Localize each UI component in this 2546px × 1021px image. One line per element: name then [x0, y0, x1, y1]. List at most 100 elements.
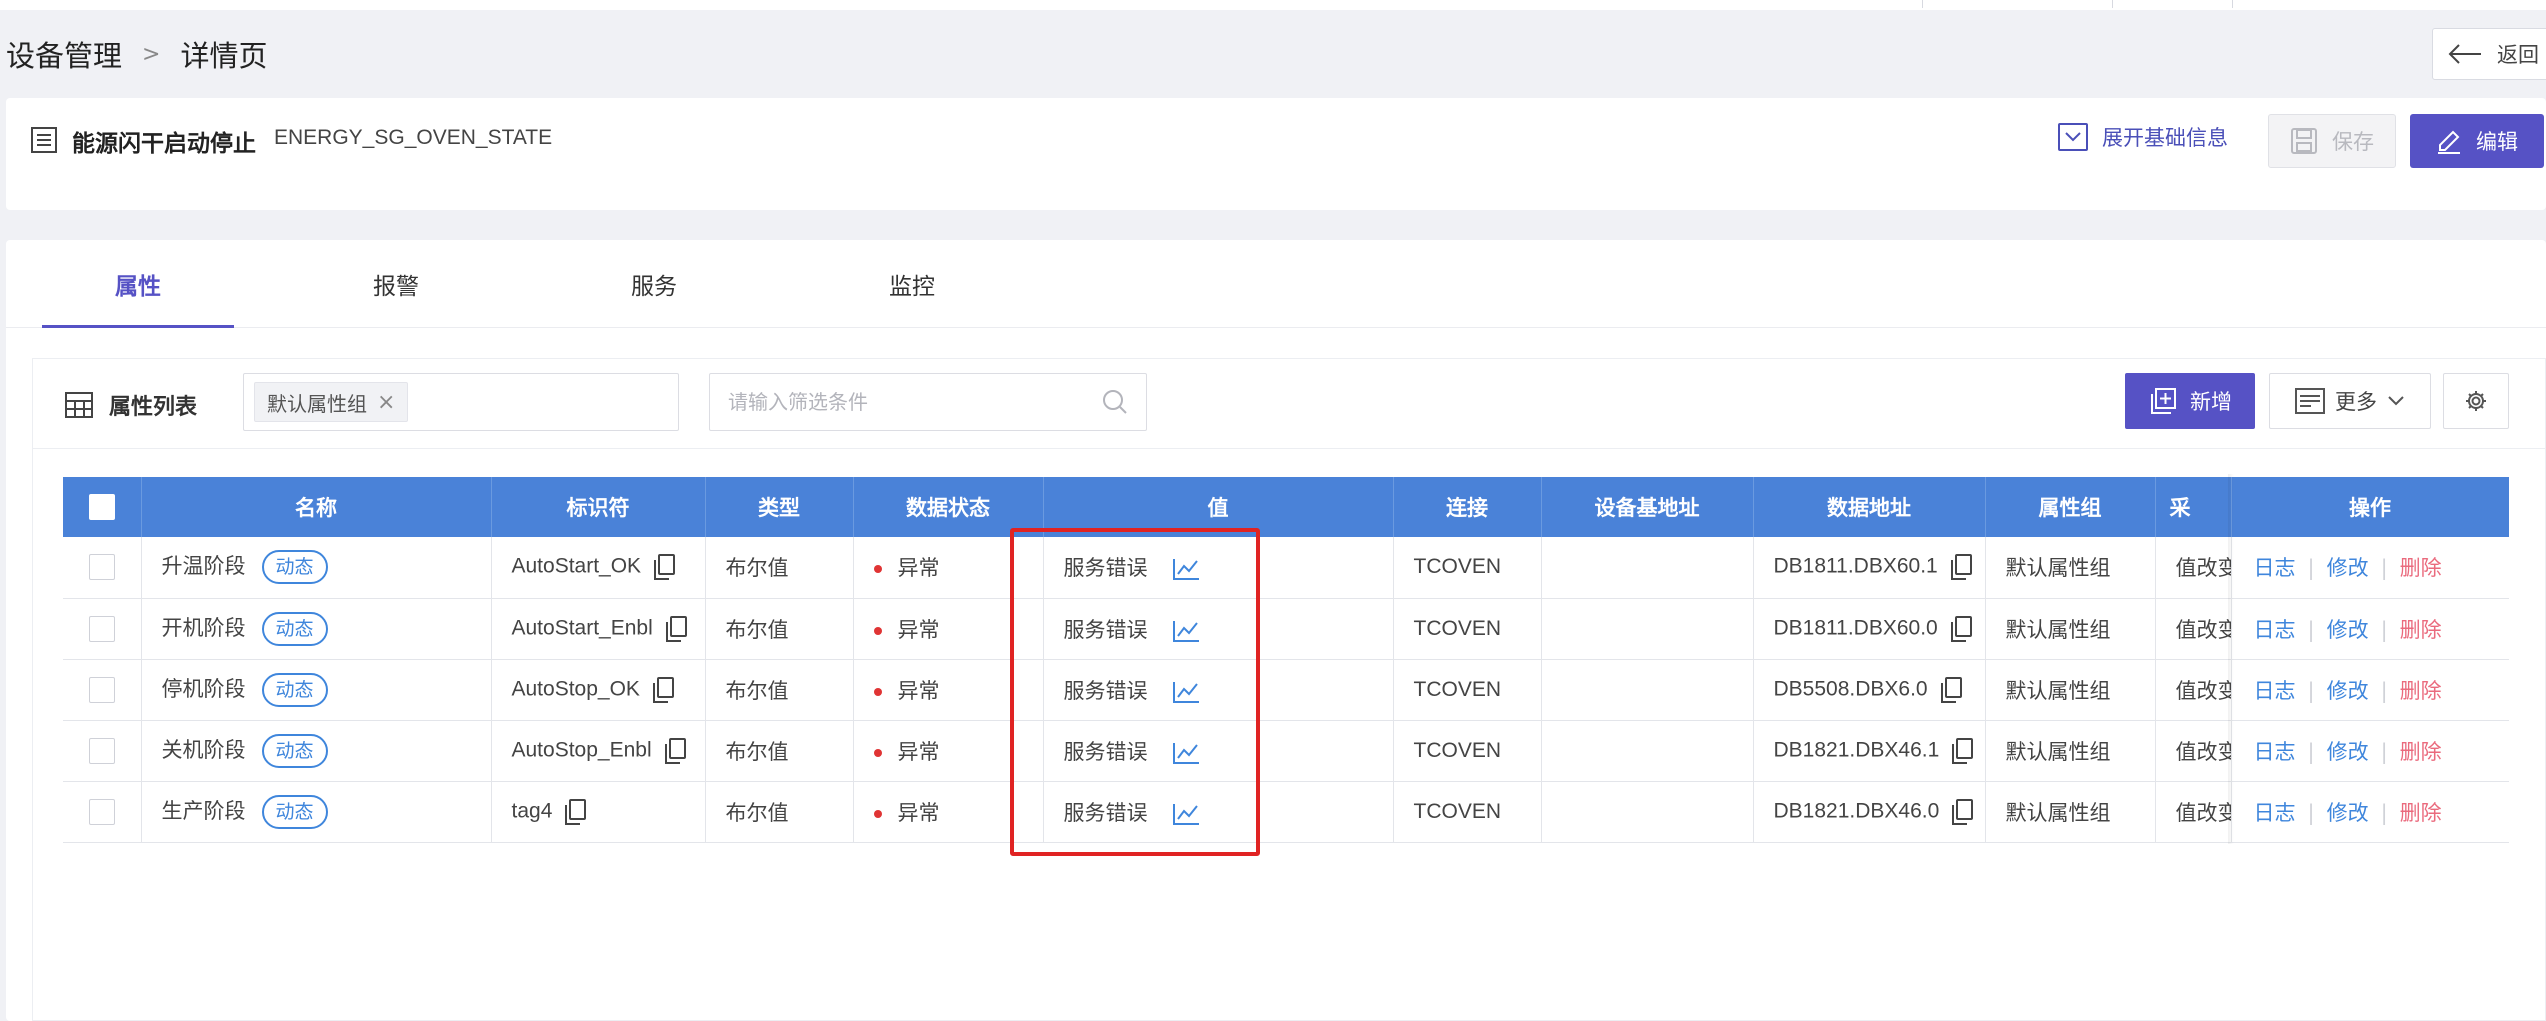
col-collect[interactable]: 采 [2155, 477, 2232, 537]
edit-link[interactable]: 修改 [2327, 740, 2369, 764]
group-tag: 默认属性组 × [254, 382, 409, 422]
edit-link[interactable]: 修改 [2327, 679, 2369, 703]
row-checkbox[interactable] [88, 676, 115, 703]
edit-link[interactable]: 修改 [2327, 801, 2369, 825]
edit-link[interactable]: 修改 [2327, 618, 2369, 642]
table-row[interactable]: 升温阶段 动态 AutoStart_OK 布尔值 异常 服务错误 TCOVEN D… [63, 537, 2509, 599]
trend-chart-icon[interactable] [1172, 557, 1200, 581]
delete-link[interactable]: 删除 [2400, 740, 2442, 764]
row-checkbox[interactable] [88, 615, 115, 642]
row-checkbox-cell [63, 781, 142, 843]
filter-field[interactable] [709, 373, 1147, 431]
action-separator: | [2307, 678, 2315, 703]
attribute-value: 服务错误 [1063, 556, 1148, 581]
pencil-icon [2438, 130, 2460, 154]
col-identifier[interactable]: 标识符 [491, 477, 706, 537]
row-checkbox-cell [63, 659, 142, 721]
row-checkbox[interactable] [88, 737, 115, 764]
settings-button[interactable] [2443, 373, 2509, 429]
tab-monitor[interactable]: 监控 [816, 240, 1008, 328]
edit-link[interactable]: 修改 [2327, 556, 2369, 580]
status-cell: 异常 [853, 781, 1044, 843]
col-connection[interactable]: 连接 [1393, 477, 1542, 537]
floppy-disk-icon [2291, 128, 2317, 154]
col-type[interactable]: 类型 [705, 477, 854, 537]
fixed-column-shadow [2228, 474, 2234, 844]
collect-cell: 值改变 [2155, 781, 2232, 843]
delete-link[interactable]: 删除 [2400, 801, 2442, 825]
data-address-cell: DB1811.DBX60.1 [1753, 537, 1986, 599]
select-all-checkbox[interactable] [88, 494, 115, 520]
action-separator: | [2380, 800, 2388, 825]
table-header: 名称 标识符 类型 数据状态 值 连接 设备基地址 数据地址 属性组 采 操作 [63, 477, 2509, 537]
table-row[interactable]: 关机阶段 动态 AutoStop_Enbl 布尔值 异常 服务错误 TCOVEN … [63, 720, 2509, 782]
copy-icon[interactable] [1951, 798, 1974, 825]
action-separator: | [2380, 617, 2388, 642]
copy-icon[interactable] [1950, 615, 1972, 642]
save-label: 保存 [2332, 130, 2374, 154]
tab-attributes[interactable]: 属性 [42, 240, 234, 328]
delete-link[interactable]: 删除 [2400, 618, 2442, 642]
more-dropdown[interactable]: 更多 [2269, 373, 2431, 429]
edit-button[interactable]: 编辑 [2410, 114, 2544, 168]
log-link[interactable]: 日志 [2254, 801, 2296, 825]
row-checkbox[interactable] [88, 554, 115, 581]
expand-basic-info-link[interactable]: 展开基础信息 [2058, 122, 2228, 152]
table-row[interactable]: 生产阶段 动态 tag4 布尔值 异常 服务错误 TCOVEN DB1821.DB… [63, 781, 2509, 843]
connection-cell: TCOVEN [1393, 659, 1542, 721]
strip-divider [1922, 0, 1923, 8]
save-button[interactable]: 保存 [2268, 114, 2396, 168]
col-group[interactable]: 属性组 [1985, 477, 2156, 537]
copy-icon[interactable] [653, 554, 676, 581]
copy-icon[interactable] [1951, 737, 1974, 764]
trend-chart-icon[interactable] [1172, 802, 1200, 826]
info-bar: 能源闪干启动停止 ENERGY_SG_OVEN_STATE 展开基础信息 保存 … [6, 98, 2546, 210]
row-checkbox[interactable] [88, 798, 115, 825]
back-button[interactable]: 返回 [2432, 28, 2546, 80]
filter-input[interactable] [728, 390, 1102, 414]
col-base-address[interactable]: 设备基地址 [1541, 477, 1754, 537]
value-cell: 服务错误 [1043, 537, 1394, 599]
breadcrumb-parent[interactable]: 设备管理 [6, 33, 122, 75]
copy-icon[interactable] [652, 676, 674, 703]
log-link[interactable]: 日志 [2254, 618, 2296, 642]
device-code: ENERGY_SG_OVEN_STATE [274, 126, 553, 149]
table-row[interactable]: 停机阶段 动态 AutoStop_OK 布尔值 异常 服务错误 TCOVEN DB… [63, 659, 2509, 721]
log-link[interactable]: 日志 [2254, 740, 2296, 764]
table-row[interactable]: 开机阶段 动态 AutoStart_Enbl 布尔值 异常 服务错误 TCOVEN… [63, 598, 2509, 660]
copy-icon[interactable] [665, 615, 687, 642]
status-cell: 异常 [853, 659, 1044, 721]
delete-link[interactable]: 删除 [2400, 556, 2442, 580]
error-dot-icon [873, 565, 882, 574]
trend-chart-icon[interactable] [1172, 619, 1200, 643]
collect-cell: 值改变 [2155, 537, 2232, 599]
search-icon[interactable] [1102, 389, 1128, 415]
trend-chart-icon[interactable] [1172, 680, 1200, 704]
data-address-cell: DB1821.DBX46.0 [1753, 781, 1986, 843]
copy-icon[interactable] [564, 798, 587, 825]
attribute-group: 默认属性组 [2005, 556, 2111, 581]
copy-icon[interactable] [1940, 676, 1962, 703]
connection-cell: TCOVEN [1393, 781, 1542, 843]
close-icon[interactable]: × [377, 390, 395, 415]
attribute-type: 布尔值 [725, 800, 789, 825]
identifier-cell: AutoStop_Enbl [491, 720, 706, 782]
name-cell: 开机阶段 动态 [141, 598, 492, 660]
copy-icon[interactable] [1950, 554, 1972, 581]
attribute-group-select[interactable]: 默认属性组 × [243, 373, 679, 431]
delete-link[interactable]: 删除 [2400, 679, 2442, 703]
log-link[interactable]: 日志 [2254, 556, 2296, 580]
copy-icon[interactable] [664, 737, 686, 764]
tab-alarms[interactable]: 报警 [300, 240, 492, 328]
trend-chart-icon[interactable] [1172, 741, 1200, 765]
col-value[interactable]: 值 [1043, 477, 1394, 537]
attribute-list-label: 属性列表 [109, 395, 198, 420]
main-panel: 属性 报警 服务 监控 属性列表 默认属性组 × 新增 [6, 240, 2546, 1021]
actions-cell: 日志 | 修改 | 删除 [2231, 720, 2509, 782]
log-link[interactable]: 日志 [2254, 679, 2296, 703]
col-name[interactable]: 名称 [141, 477, 492, 537]
col-data-status[interactable]: 数据状态 [853, 477, 1044, 537]
col-data-address[interactable]: 数据地址 [1753, 477, 1986, 537]
tab-services[interactable]: 服务 [558, 240, 750, 328]
add-button[interactable]: 新增 [2125, 373, 2255, 429]
